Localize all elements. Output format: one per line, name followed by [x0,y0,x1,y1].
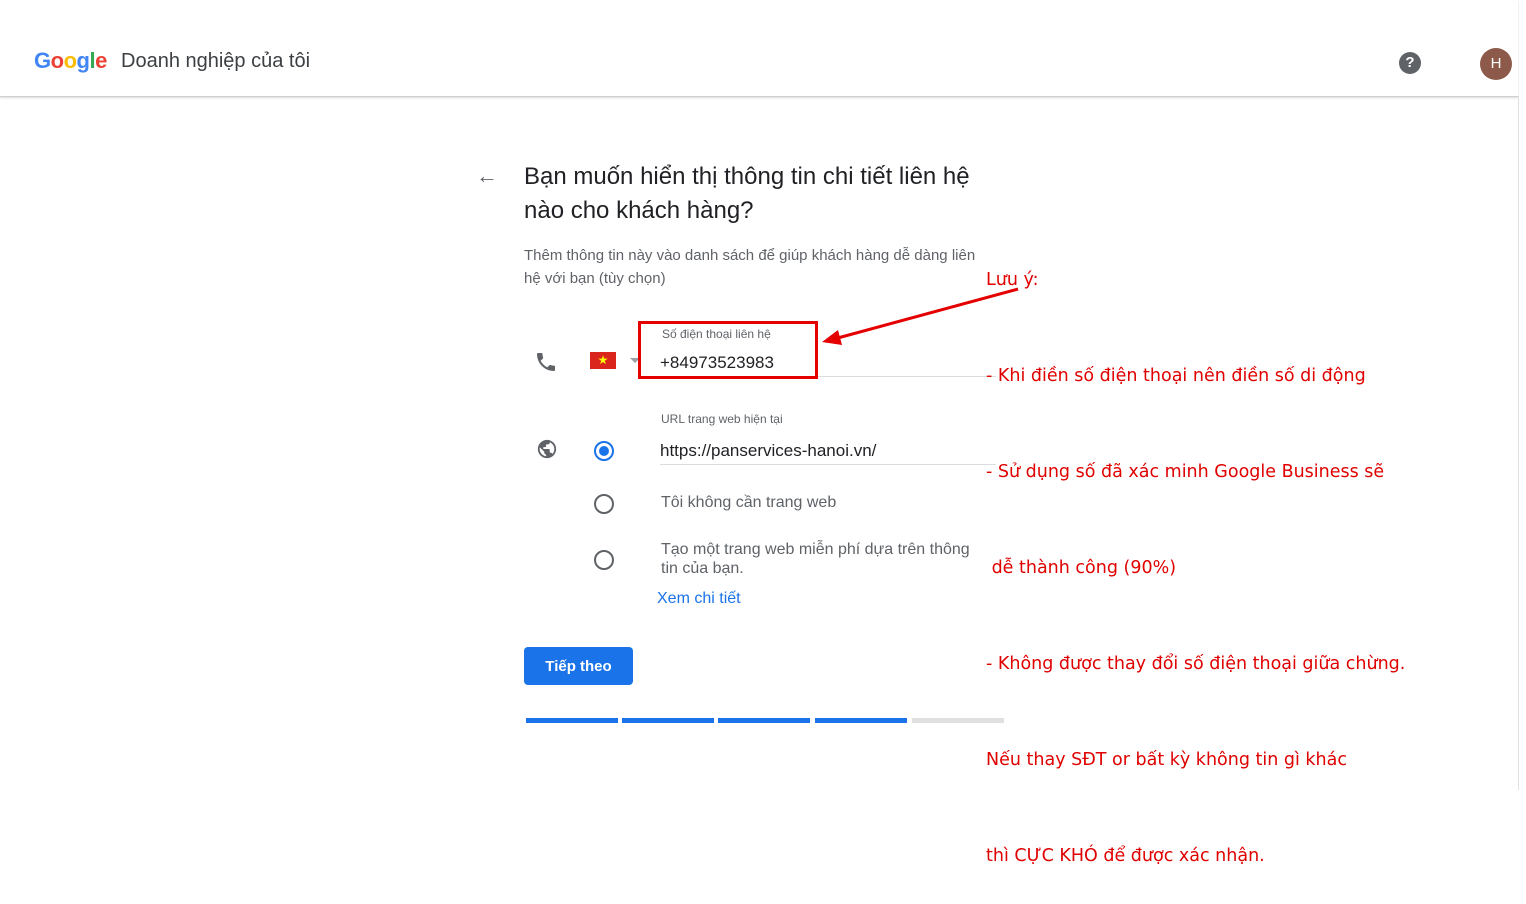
progress-segment [815,718,907,723]
logo-letter: g [76,48,90,73]
website-url-input[interactable] [660,438,996,465]
annotation-line: dễ thành công (90%) [986,558,1177,578]
free-website-label[interactable]: Tạo một trang web miễn phí dựa trên thôn… [661,540,981,578]
website-url-label: URL trang web hiện tại [661,412,783,426]
logo-letter: o [50,48,64,73]
logo-letter: o [63,48,77,73]
page-subtitle: Thêm thông tin này vào danh sách để giúp… [524,247,976,287]
progress-segment [526,718,618,723]
annotation-line: - Sử dụng số đã xác minh Google Business… [986,462,1385,482]
annotation-highlight-box [638,321,818,379]
free-website-radio[interactable] [594,550,614,570]
logo-letter: e [95,48,107,73]
help-icon[interactable]: ? [1399,52,1421,74]
annotation-line: thì CỰC KHÓ để được xác nhận. [986,846,1265,866]
details-link[interactable]: Xem chi tiết [657,590,741,608]
no-website-radio[interactable] [594,494,614,514]
annotation-line: - Khi điền số điện thoại nên điền số di … [986,366,1366,386]
back-arrow-icon[interactable]: ← [476,163,498,189]
google-logo[interactable]: Google [34,48,107,74]
progress-bar [526,718,1004,723]
no-website-label[interactable]: Tôi không cần trang web [661,493,836,512]
next-button[interactable]: Tiếp theo [524,647,633,685]
vietnam-flag-icon[interactable]: ★ [590,352,616,369]
website-url-radio[interactable] [594,441,614,461]
avatar[interactable]: H [1480,48,1512,80]
page-title: Bạn muốn hiển thị thông tin chi tiết liê… [524,163,970,224]
progress-segment [622,718,714,723]
logo-letter: G [34,48,51,73]
annotation-line: Lưu ý: [986,270,1039,290]
product-name: Doanh nghiệp của tôi [121,50,311,72]
globe-icon [537,439,557,459]
annotation-line: Nếu thay SĐT or bất kỳ không tin gì khác [986,750,1347,770]
annotation-note: Lưu ý: - Khi điền số điện thoại nên điền… [986,200,1516,904]
annotation-line: - Không được thay đổi số điện thoại giữa… [986,654,1406,674]
scrollbar-track [1518,96,1519,790]
progress-segment [718,718,810,723]
top-app-bar: Google Doanh nghiệp của tôi ? H [0,0,1518,97]
phone-icon [537,353,555,371]
